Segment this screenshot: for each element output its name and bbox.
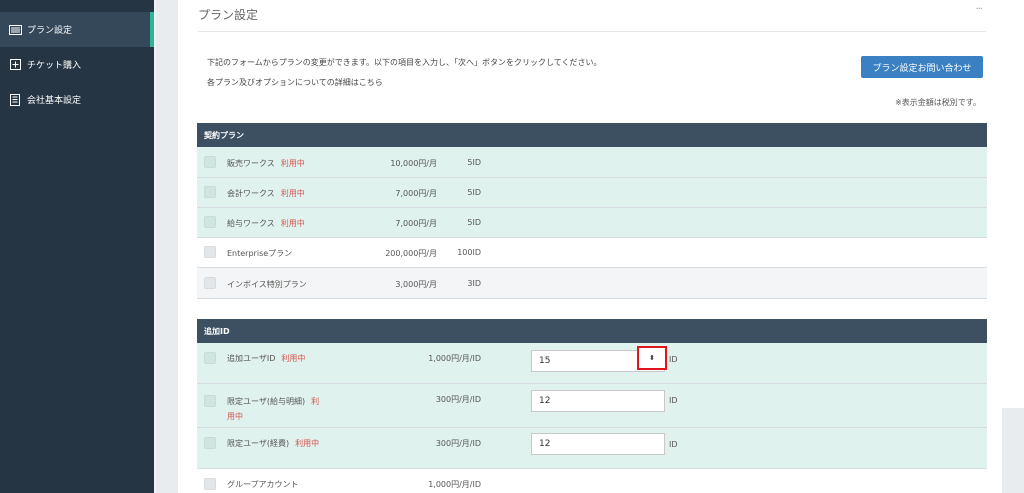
document-icon xyxy=(8,93,22,107)
option-price: 1,000円/月/ID xyxy=(428,480,481,489)
sidebar-item-ticket-purchase[interactable]: チケット購入 xyxy=(0,47,154,82)
option-row: グループアカウント 1,000円/月/ID xyxy=(197,469,987,493)
plan-checkbox[interactable] xyxy=(204,246,216,258)
option-name: 追加ユーザID xyxy=(227,354,276,363)
plan-row: 販売ワークス 利用中 10,000円/月 5ID xyxy=(197,147,987,178)
more-menu-icon[interactable]: ··· xyxy=(975,4,982,15)
sidebar-item-company-settings[interactable]: 会社基本設定 xyxy=(0,82,154,117)
plan-name: Enterpriseプラン xyxy=(227,249,293,258)
status-badge: 利用中 xyxy=(280,159,305,168)
plan-price: 7,000円/月 xyxy=(395,219,437,228)
spinner-arrows-icon[interactable]: ⬍ xyxy=(637,346,667,370)
tax-note: ※表示金額は税別です。 xyxy=(895,98,981,107)
plan-checkbox[interactable] xyxy=(204,216,216,228)
limited-user-expense-input[interactable]: 12 xyxy=(531,433,665,455)
plan-row: インボイス特別プラン 3,000円/月 3ID xyxy=(197,268,987,299)
main-panel: プラン設定 ··· 下記のフォームからプランの変更ができます。以下の項目を入力し… xyxy=(178,0,1002,493)
option-row: 追加ユーザID 利用中 1,000円/月/ID 15 ⬍ ID xyxy=(197,343,987,384)
id-unit-label: ID xyxy=(669,396,678,405)
plan-price: 3,000円/月 xyxy=(395,280,437,289)
option-price: 300円/月/ID xyxy=(435,439,481,448)
additional-id-heading: 追加ID xyxy=(197,319,987,343)
option-checkbox[interactable] xyxy=(204,478,216,490)
sidebar-item-plan-settings[interactable]: プラン設定 xyxy=(0,12,154,47)
id-unit-label: ID xyxy=(669,440,678,449)
option-checkbox[interactable] xyxy=(204,352,216,364)
status-badge: 利 xyxy=(311,397,320,406)
plan-row: 会計ワークス 利用中 7,000円/月 5ID xyxy=(197,178,987,208)
plan-list-icon xyxy=(8,23,22,37)
gutter xyxy=(154,0,156,493)
option-price: 1,000円/月/ID xyxy=(428,354,481,363)
option-name: 限定ユーザ(給与明細) xyxy=(227,397,306,406)
status-badge: 利用中 xyxy=(280,189,305,198)
plan-id-count: 3ID xyxy=(467,279,481,288)
plan-name: 販売ワークス xyxy=(227,159,275,168)
plan-id-count: 100ID xyxy=(457,248,481,257)
sidebar-item-label: プラン設定 xyxy=(27,26,73,36)
plan-name: インボイス特別プラン xyxy=(227,280,307,289)
plan-price: 10,000円/月 xyxy=(390,159,437,168)
plan-row: Enterpriseプラン 200,000円/月 100ID xyxy=(197,238,987,268)
right-strip-bottom xyxy=(1002,408,1024,493)
right-strip xyxy=(1002,0,1024,408)
plan-name: 給与ワークス xyxy=(227,219,275,228)
option-name: グループアカウント xyxy=(227,480,299,489)
limited-user-payslip-input[interactable]: 12 xyxy=(531,390,665,412)
plan-row: 給与ワークス 利用中 7,000円/月 5ID xyxy=(197,208,987,238)
plan-id-count: 5ID xyxy=(467,158,481,167)
id-unit-label: ID xyxy=(669,355,678,364)
intro-text: 下記のフォームからプランの変更ができます。以下の項目を入力し、「次へ」ボタンをク… xyxy=(207,58,602,67)
plan-id-count: 5ID xyxy=(467,218,481,227)
option-row: 限定ユーザ(経費) 利用中 300円/月/ID 12 ID xyxy=(197,428,987,469)
sidebar-item-label: 会社基本設定 xyxy=(27,96,82,106)
status-badge: 利用中 xyxy=(280,219,305,228)
title-divider xyxy=(198,31,986,32)
plan-name: 会計ワークス xyxy=(227,189,275,198)
option-row: 限定ユーザ(給与明細) 利用中 300円/月/ID 12 ID xyxy=(197,384,987,428)
plus-box-icon xyxy=(8,58,22,72)
plan-checkbox[interactable] xyxy=(204,156,216,168)
option-name: 限定ユーザ(経費) xyxy=(227,439,290,448)
contract-plan-heading: 契約プラン xyxy=(197,123,987,147)
plan-contact-button[interactable]: プラン設定お問い合わせ xyxy=(861,56,983,78)
page-title: プラン設定 xyxy=(198,8,259,22)
sidebar-item-label: チケット購入 xyxy=(27,61,82,71)
sidebar: プラン設定 チケット購入 会社基本設定 xyxy=(0,0,154,493)
plan-price: 7,000円/月 xyxy=(395,189,437,198)
plan-checkbox[interactable] xyxy=(204,277,216,289)
plan-checkbox[interactable] xyxy=(204,186,216,198)
plan-details-link[interactable]: 各プラン及びオプションについての詳細はこちら xyxy=(207,77,383,88)
status-badge: 利用中 xyxy=(295,439,320,448)
plan-price: 200,000円/月 xyxy=(385,249,437,258)
option-checkbox[interactable] xyxy=(204,395,216,407)
option-checkbox[interactable] xyxy=(204,437,216,449)
status-badge-continued: 用中 xyxy=(227,412,243,421)
option-price: 300円/月/ID xyxy=(435,395,481,404)
status-badge: 利用中 xyxy=(281,354,306,363)
plan-id-count: 5ID xyxy=(467,188,481,197)
